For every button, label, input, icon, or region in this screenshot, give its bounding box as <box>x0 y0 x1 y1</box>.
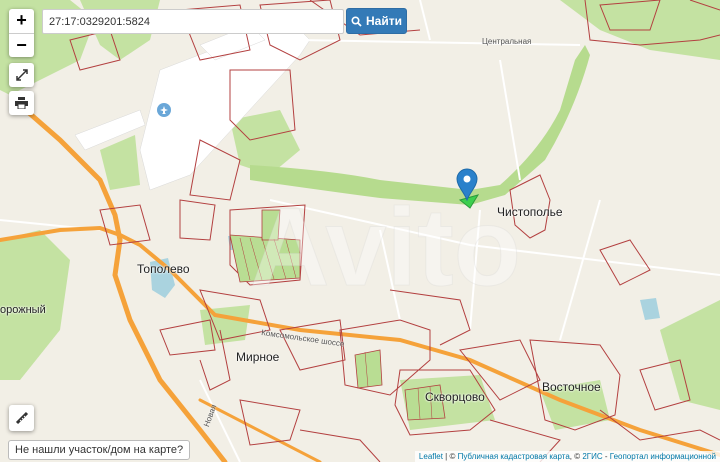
map-attribution: Leaflet | © Публичная кадастровая карта,… <box>414 451 720 462</box>
fullscreen-icon <box>15 69 28 81</box>
fullscreen-button[interactable] <box>9 63 34 87</box>
attribution-sep2: , © <box>569 452 583 461</box>
place-skvortsovo: Скворцово <box>425 390 485 404</box>
zoom-in-button[interactable]: + <box>9 9 34 33</box>
place-mirnoe: Мирное <box>236 350 280 364</box>
search-button[interactable]: Найти <box>346 8 407 34</box>
street-tsentralnaya: Центральная <box>482 37 532 46</box>
pkk-link[interactable]: Публичная кадастровая карта <box>458 452 570 461</box>
leaflet-link[interactable]: Leaflet <box>419 452 443 461</box>
place-vostochnoe: Восточное <box>542 380 601 394</box>
map-canvas[interactable]: Avito <box>0 0 720 462</box>
cadastral-search-input[interactable] <box>42 9 344 34</box>
attribution-sep1: | © <box>442 452 458 461</box>
place-topolevo: Тополево <box>137 262 190 276</box>
search-button-label: Найти <box>366 14 402 28</box>
ruler-button[interactable] <box>9 405 34 431</box>
ruler-icon <box>15 411 28 425</box>
search-icon <box>351 15 362 27</box>
zoom-out-button[interactable]: − <box>9 33 34 57</box>
not-found-parcel-button[interactable]: Не нашли участок/дом на карте? <box>8 440 191 460</box>
print-button[interactable] <box>9 91 34 115</box>
2gis-link[interactable]: 2ГИС <box>582 452 602 461</box>
place-dorozhny: орожный <box>0 304 46 316</box>
geoportal-link[interactable]: Геопортал информационной <box>610 452 716 461</box>
print-icon <box>15 97 28 109</box>
airport-icon <box>157 103 171 117</box>
attribution-sep3: - <box>602 452 610 461</box>
avito-watermark: Avito <box>250 186 521 309</box>
zoom-control: + − <box>9 9 34 57</box>
place-chistopolye: Чистополье <box>497 205 563 219</box>
